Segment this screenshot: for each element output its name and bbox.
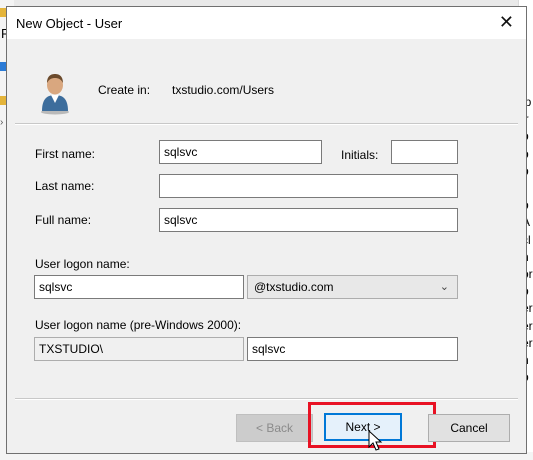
cancel-button[interactable]: Cancel [428, 414, 510, 442]
initials-field[interactable] [391, 140, 458, 164]
footer-separator [15, 398, 518, 400]
mouse-pointer-icon [368, 430, 383, 451]
full-name-field[interactable]: sqlsvc [159, 208, 458, 232]
upn-suffix-value: @txstudio.com [254, 280, 334, 294]
user-logon-name-field[interactable]: sqlsvc [34, 275, 244, 299]
header-separator [15, 123, 518, 125]
back-button[interactable]: < Back [236, 414, 313, 442]
last-name-field[interactable] [159, 174, 458, 198]
initials-label: Initials: [341, 148, 379, 162]
new-object-user-dialog: New Object - User ✕ Create in: txstudio.… [6, 6, 527, 454]
pre-windows-2000-logon-field[interactable]: sqlsvc [247, 337, 458, 361]
dialog-titlebar: New Object - User ✕ [7, 7, 526, 39]
next-button[interactable]: Next > [324, 413, 402, 441]
pre-windows-2000-domain: TXSTUDIO\ [34, 337, 244, 361]
dialog-title: New Object - User [16, 16, 123, 31]
chevron-down-icon: ⌄ [439, 281, 449, 293]
last-name-label: Last name: [35, 179, 95, 193]
create-in-path: txstudio.com/Users [172, 83, 275, 97]
full-name-label: Full name: [35, 213, 92, 227]
first-name-field[interactable]: sqlsvc [159, 140, 322, 164]
upn-suffix-dropdown[interactable]: @txstudio.com ⌄ [247, 275, 458, 299]
pre-windows-2000-label: User logon name (pre-Windows 2000): [35, 318, 242, 332]
user-icon [41, 74, 69, 115]
create-in-label: Create in: [98, 83, 151, 97]
first-name-label: First name: [35, 147, 96, 161]
close-icon[interactable]: ✕ [499, 12, 514, 32]
user-logon-name-label: User logon name: [35, 257, 130, 271]
